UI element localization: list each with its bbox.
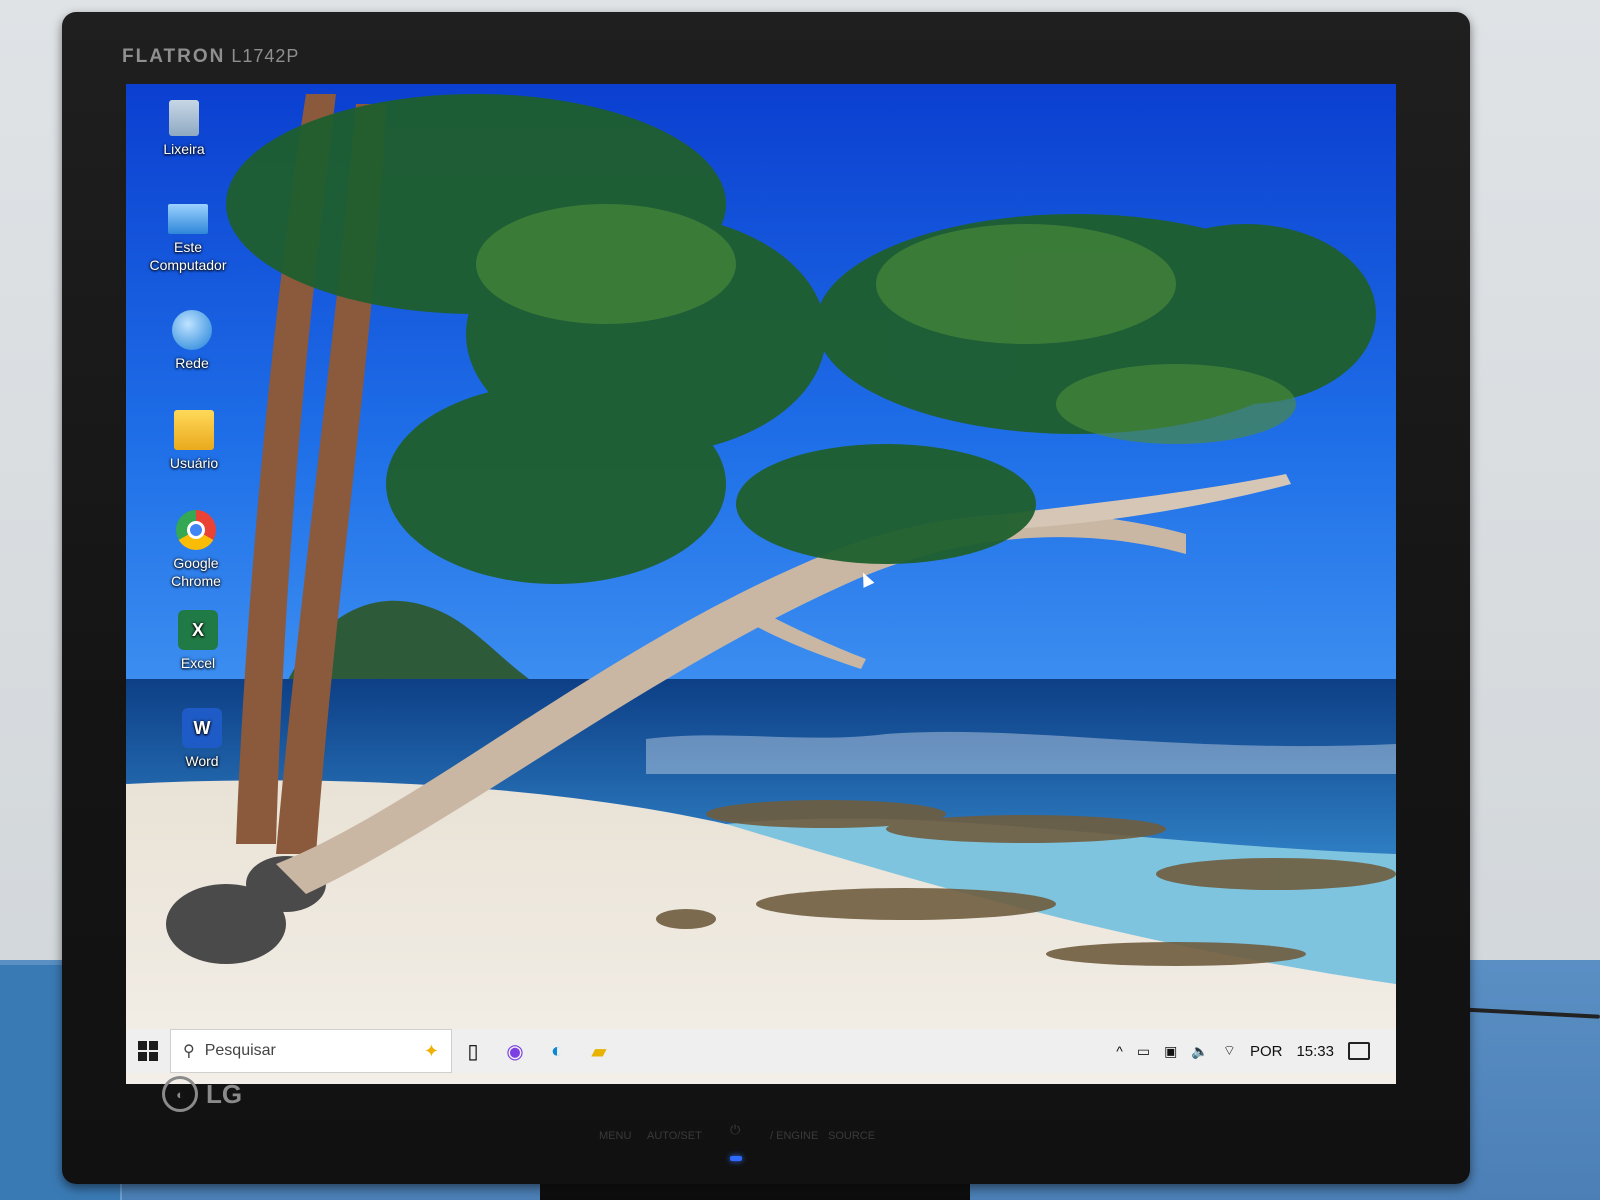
excel-icon: X bbox=[178, 610, 218, 650]
desktop-icon-label: Google Chrome bbox=[171, 555, 221, 589]
desktop-icon-user[interactable]: Usuário bbox=[146, 410, 242, 472]
system-tray: ^ ▭ ▣ 🔈 ⌔ POR 15:33 bbox=[1116, 1042, 1396, 1060]
word-icon: W bbox=[182, 708, 222, 748]
monitor-control-engine[interactable]: / ENGINE bbox=[770, 1130, 818, 1142]
chevron-up-icon[interactable]: ^ bbox=[1116, 1043, 1123, 1059]
desktop-icon-label: Usuário bbox=[169, 455, 219, 471]
desktop-icon-network[interactable]: Rede bbox=[144, 310, 240, 372]
search-placeholder: Pesquisar bbox=[204, 1042, 276, 1059]
sparkle-icon: ✦ bbox=[423, 1040, 439, 1061]
search-box[interactable]: ⚲ Pesquisar ✦ bbox=[170, 1029, 452, 1073]
notifications-icon[interactable] bbox=[1348, 1042, 1370, 1060]
monitor-model: L1742P bbox=[231, 46, 300, 66]
start-button[interactable] bbox=[126, 1029, 170, 1073]
power-led bbox=[730, 1156, 742, 1161]
wifi-icon[interactable]: ⌔ bbox=[1223, 1042, 1236, 1060]
desktop-icon-label: Lixeira bbox=[163, 141, 205, 157]
file-explorer-icon[interactable]: ▰ bbox=[578, 1029, 620, 1073]
chrome-icon bbox=[176, 510, 216, 550]
desktop-icon-excel[interactable]: X Excel bbox=[150, 610, 246, 672]
user-folder-icon bbox=[174, 410, 214, 450]
monitor: FLATRON L1742P Lixeira Este Computador R… bbox=[62, 12, 1470, 1184]
desktop-icon-chrome[interactable]: Google Chrome bbox=[148, 510, 244, 590]
recycle-bin-icon bbox=[169, 100, 199, 136]
wallpaper bbox=[126, 84, 1396, 1084]
clock[interactable]: 15:33 bbox=[1296, 1043, 1334, 1060]
network-icon bbox=[172, 310, 212, 350]
task-view-icon[interactable]: ▯ bbox=[452, 1029, 494, 1073]
lg-logo: ◐ LG bbox=[162, 1076, 242, 1112]
desktop-icon-label: Este Computador bbox=[149, 239, 227, 273]
monitor-brand-name: FLATRON bbox=[122, 46, 226, 67]
computer-icon bbox=[168, 204, 208, 234]
monitor-brand: FLATRON L1742P bbox=[122, 46, 299, 68]
desktop-icon-label: Excel bbox=[180, 655, 216, 671]
language-indicator[interactable]: POR bbox=[1250, 1043, 1283, 1060]
copilot-icon[interactable]: ◉ bbox=[494, 1029, 536, 1073]
desktop-screen: Lixeira Este Computador Rede Usuário Goo… bbox=[126, 84, 1396, 1084]
taskbar: ⚲ Pesquisar ✦ ▯ ◉ ◐ ▰ ^ ▭ ▣ 🔈 ⌔ POR 15:3… bbox=[126, 1029, 1396, 1073]
desktop-icon-label: Word bbox=[185, 753, 219, 769]
desktop-icon-this-pc[interactable]: Este Computador bbox=[140, 204, 236, 274]
monitor-control-source[interactable]: SOURCE bbox=[828, 1130, 875, 1142]
volume-icon[interactable]: 🔈 bbox=[1191, 1043, 1208, 1060]
battery-icon[interactable]: ▭ bbox=[1137, 1043, 1150, 1060]
meet-icon[interactable]: ▣ bbox=[1164, 1043, 1177, 1060]
desktop-icon-word[interactable]: W Word bbox=[154, 708, 250, 770]
lg-logo-circle: ◐ bbox=[162, 1076, 198, 1112]
desktop-icon-label: Rede bbox=[175, 355, 209, 371]
desktop-icon-recycle-bin[interactable]: Lixeira bbox=[136, 100, 232, 158]
windows-logo-icon bbox=[138, 1041, 158, 1061]
monitor-control-menu[interactable]: MENU bbox=[599, 1130, 631, 1142]
search-icon: ⚲ bbox=[183, 1043, 195, 1060]
lg-logo-text: LG bbox=[206, 1078, 243, 1109]
power-icon[interactable]: ⏻ bbox=[730, 1122, 740, 1138]
monitor-control-auto-set[interactable]: AUTO/SET bbox=[647, 1130, 702, 1142]
edge-icon[interactable]: ◐ bbox=[536, 1029, 578, 1073]
